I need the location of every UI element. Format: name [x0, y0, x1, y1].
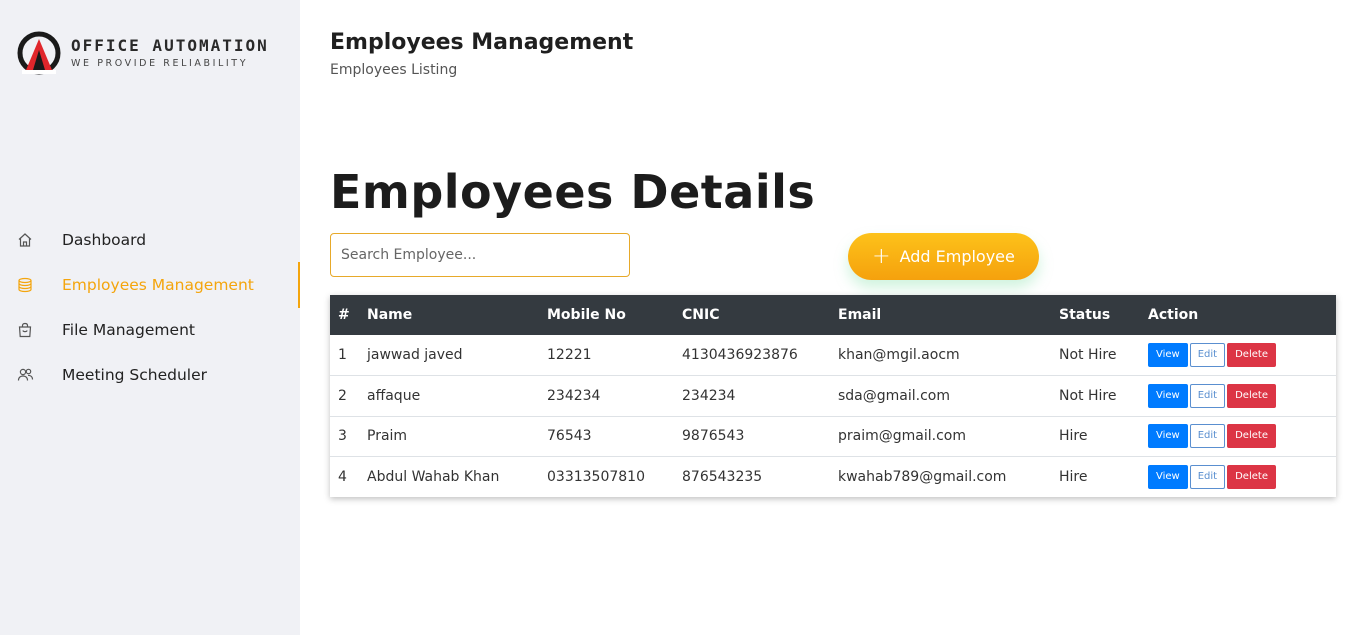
app-root: OFFICE AUTOMATION WE PROVIDE RELIABILITY… [0, 0, 1366, 635]
cell-number: 2 [338, 387, 347, 404]
column-header-action: Action [1148, 307, 1199, 323]
view-button[interactable]: View [1148, 383, 1188, 408]
table-row: 1 jawwad javed 12221 4130436923876 khan@… [330, 335, 1336, 376]
database-icon [16, 276, 34, 294]
delete-button[interactable]: Delete [1227, 343, 1276, 367]
cell-status: Hire [1059, 428, 1088, 445]
sidebar-item-label: Meeting Scheduler [62, 365, 208, 384]
cell-status: Not Hire [1059, 347, 1117, 363]
edit-button[interactable]: Edit [1189, 383, 1226, 408]
search-employee-input[interactable] [330, 233, 630, 277]
bag-icon [16, 321, 34, 339]
cell-actions: View Edit Delete [1140, 335, 1336, 376]
brand-logo[interactable]: OFFICE AUTOMATION WE PROVIDE RELIABILITY [16, 30, 269, 76]
add-employee-label: Add Employee [899, 247, 1015, 266]
brand-title: OFFICE AUTOMATION [71, 35, 269, 55]
cell-actions: View Edit Delete [1140, 457, 1336, 498]
sidebar: OFFICE AUTOMATION WE PROVIDE RELIABILITY… [0, 0, 300, 635]
add-employee-button[interactable]: + Add Employee [848, 233, 1039, 280]
cell-actions: View Edit Delete [1140, 376, 1336, 417]
cell-status: Hire [1059, 469, 1088, 485]
table-row: 4 Abdul Wahab Khan 03313507810 876543235… [330, 456, 1336, 498]
logo-mark-icon [17, 31, 61, 75]
cell-mobile: 76543 [547, 428, 592, 445]
cell-actions: View Edit Delete [1140, 416, 1336, 457]
column-header-cnic: CNIC [682, 307, 720, 323]
cell-cnic: 9876543 [682, 428, 745, 445]
cell-number: 1 [338, 347, 347, 363]
edit-button[interactable]: Edit [1189, 465, 1226, 489]
sidebar-item-employees-management[interactable]: Employees Management [0, 262, 300, 308]
delete-button[interactable]: Delete [1227, 424, 1276, 449]
cell-email: sda@gmail.com [838, 387, 950, 404]
cell-cnic: 4130436923876 [682, 347, 798, 363]
column-header-status: Status [1059, 307, 1111, 323]
column-header-number: # [338, 307, 350, 323]
users-icon [16, 366, 34, 384]
cell-name: Abdul Wahab Khan [367, 469, 500, 485]
cell-name: affaque [367, 387, 421, 404]
column-header-mobile: Mobile No [547, 307, 626, 323]
section-title: Employees Details [330, 165, 816, 219]
view-button[interactable]: View [1148, 465, 1188, 489]
cell-name: jawwad javed [367, 347, 463, 363]
table-row: 3 Praim 76543 9876543 praim@gmail.com Hi… [330, 416, 1336, 457]
view-button[interactable]: View [1148, 343, 1188, 367]
delete-button[interactable]: Delete [1227, 465, 1276, 489]
delete-button[interactable]: Delete [1227, 383, 1276, 408]
plus-icon: + [872, 243, 891, 269]
sidebar-item-file-management[interactable]: File Management [0, 307, 300, 352]
cell-mobile: 234234 [547, 387, 601, 404]
employees-table: # Name Mobile No CNIC Email Status Actio… [330, 295, 1336, 497]
edit-button[interactable]: Edit [1189, 343, 1226, 367]
home-icon [16, 231, 34, 249]
cell-mobile: 03313507810 [547, 469, 645, 485]
cell-name: Praim [367, 428, 408, 445]
table-header-row: # Name Mobile No CNIC Email Status Actio… [330, 295, 1336, 335]
cell-cnic: 876543235 [682, 469, 763, 485]
view-button[interactable]: View [1148, 424, 1188, 449]
sidebar-item-meeting-scheduler[interactable]: Meeting Scheduler [0, 352, 300, 397]
sidebar-item-label: File Management [62, 320, 195, 339]
page-title: Employees Management [330, 30, 634, 55]
sidebar-nav: Dashboard Employees Management File Mana… [0, 217, 300, 397]
logo-text: OFFICE AUTOMATION WE PROVIDE RELIABILITY [71, 36, 269, 71]
brand-subtitle: WE PROVIDE RELIABILITY [71, 57, 249, 69]
cell-status: Not Hire [1059, 387, 1117, 404]
column-header-email: Email [838, 307, 882, 323]
table-row: 2 affaque 234234 234234 sda@gmail.com No… [330, 375, 1336, 417]
sidebar-item-dashboard[interactable]: Dashboard [0, 217, 300, 262]
cell-mobile: 12221 [547, 347, 592, 363]
cell-number: 3 [338, 428, 347, 445]
cell-cnic: 234234 [682, 387, 736, 404]
column-header-name: Name [367, 307, 413, 323]
sidebar-item-label: Employees Management [62, 275, 254, 294]
sidebar-item-label: Dashboard [62, 230, 147, 249]
cell-email: praim@gmail.com [838, 428, 966, 445]
edit-button[interactable]: Edit [1189, 424, 1226, 449]
cell-email: kwahab789@gmail.com [838, 469, 1007, 485]
page-subtitle: Employees Listing [330, 62, 458, 78]
cell-number: 4 [338, 469, 347, 485]
cell-email: khan@mgil.aocm [838, 347, 960, 363]
